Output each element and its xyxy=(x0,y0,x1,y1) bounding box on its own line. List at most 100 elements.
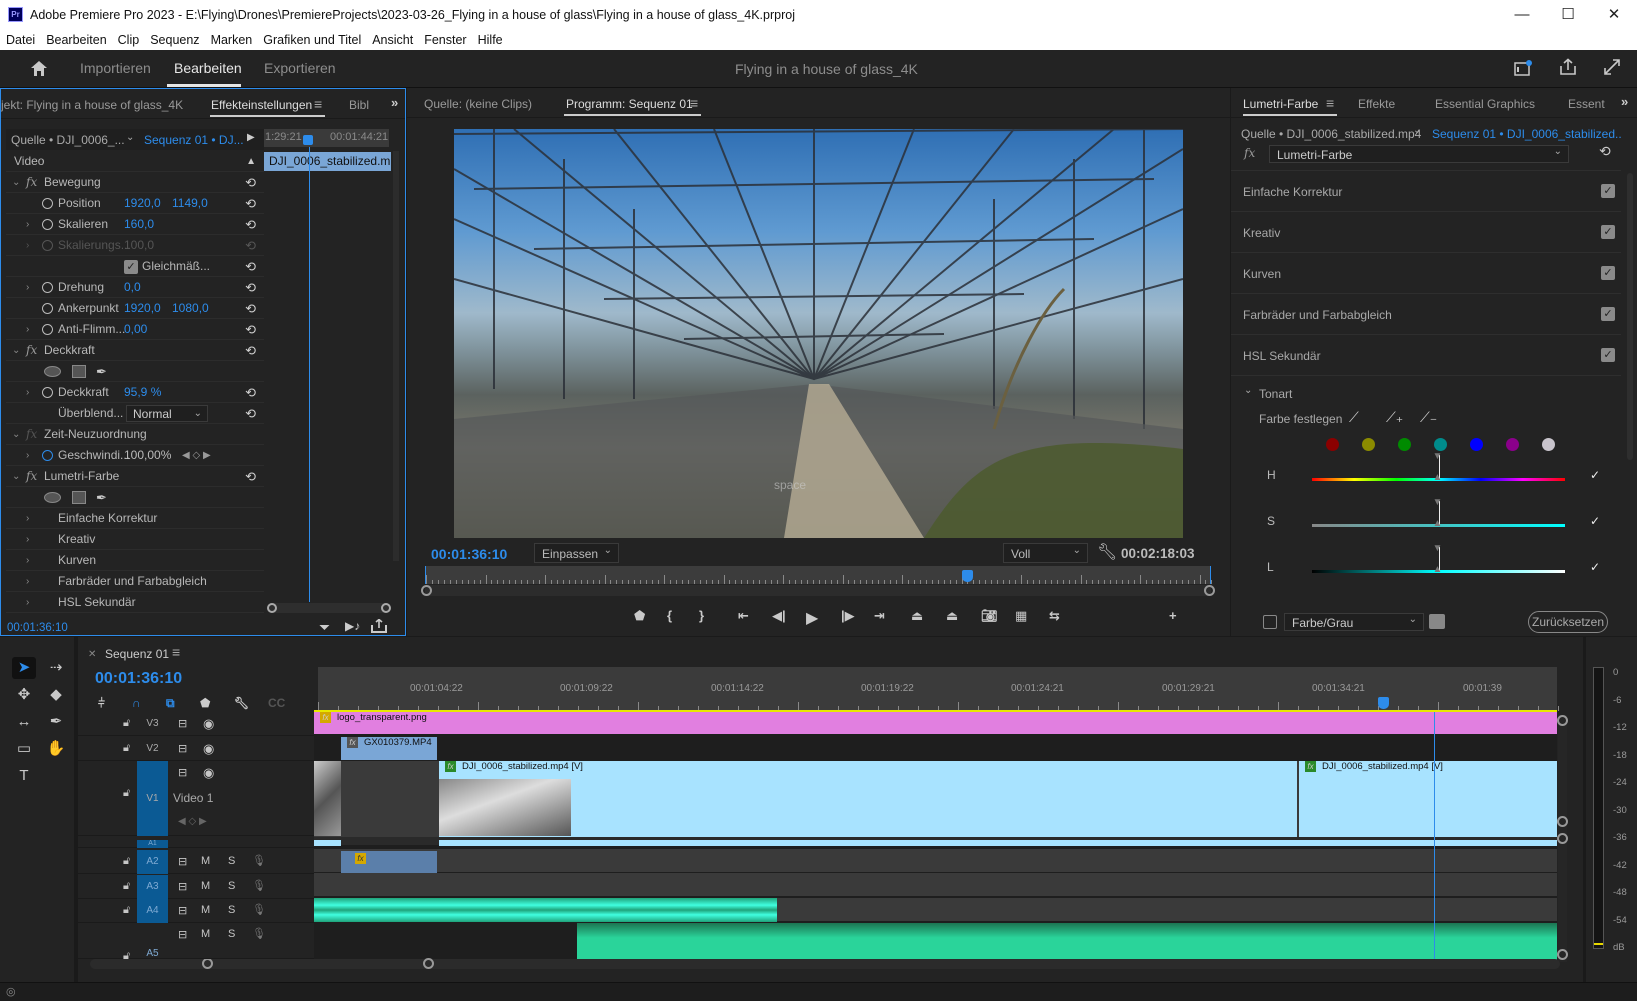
keyframe-navigator-icon[interactable]: ◀ ◇ ▶ xyxy=(182,445,211,466)
lock-icon[interactable]: 🔓︎ xyxy=(123,742,130,755)
sync-lock-icon[interactable]: ⊟ xyxy=(178,742,187,755)
stopwatch-icon[interactable] xyxy=(42,282,53,293)
chevron-right-icon[interactable]: › xyxy=(26,319,29,340)
chevron-right-icon[interactable]: › xyxy=(26,277,29,298)
export-icon[interactable] xyxy=(371,619,387,633)
scroll-handle[interactable] xyxy=(1557,816,1568,827)
slip-tool-icon[interactable]: ↔ xyxy=(12,711,36,733)
effect-timeline-zoom-bar[interactable] xyxy=(267,603,391,613)
scroll-handle[interactable] xyxy=(1557,833,1568,844)
play-icon[interactable]: ▶ xyxy=(806,608,818,628)
slider-bottom-handle[interactable]: ▲ xyxy=(1433,472,1443,483)
chevron-down-icon[interactable]: ⌄ xyxy=(12,172,20,193)
solo-button[interactable]: S xyxy=(228,928,235,940)
menu-fenster[interactable]: Fenster xyxy=(424,30,466,50)
step-forward-icon[interactable]: |▶ xyxy=(841,608,855,624)
color-swatch[interactable] xyxy=(1362,438,1375,451)
sync-lock-icon[interactable]: ⊟ xyxy=(178,766,187,779)
zoom-level-select[interactable]: Einpassen ⌄ xyxy=(534,543,619,563)
ellipse-mask-icon[interactable] xyxy=(44,492,61,503)
chevron-down-icon[interactable]: ⌄ xyxy=(12,424,20,445)
sequence-tab[interactable]: Sequenz 01 xyxy=(105,647,169,661)
slider-enable-checkbox[interactable]: ✓ xyxy=(1590,514,1600,528)
chevron-down-icon[interactable]: ⌄ xyxy=(12,340,20,361)
scroll-handle[interactable] xyxy=(1557,949,1568,960)
reset-icon[interactable]: ⟲ xyxy=(245,382,256,403)
lock-icon[interactable]: 🔓︎ xyxy=(123,904,130,917)
lock-icon[interactable]: 🔓︎ xyxy=(123,787,130,800)
sync-lock-icon[interactable]: ⊟ xyxy=(178,717,187,730)
timeline-vertical-scrollbar[interactable] xyxy=(1557,715,1568,962)
stopwatch-icon[interactable] xyxy=(42,198,53,209)
effect-clip-bar[interactable]: DJI_0006_stabilized.mp4 xyxy=(264,152,391,171)
playhead-handle[interactable] xyxy=(303,135,313,145)
chevron-right-icon[interactable]: › xyxy=(26,235,29,256)
tonart-subsection[interactable]: Tonart xyxy=(1259,387,1292,401)
eye-icon[interactable]: ◉ xyxy=(203,765,214,781)
more-panels-icon[interactable]: » xyxy=(1621,94,1628,109)
param-value[interactable]: 95,9 % xyxy=(124,382,161,403)
slider-bottom-handle[interactable]: ▲ xyxy=(1433,518,1443,529)
track-target-A4[interactable]: A4 xyxy=(137,899,168,923)
rectangle-mask-icon[interactable] xyxy=(72,365,86,378)
chevron-right-icon[interactable]: › xyxy=(26,445,29,466)
mute-button[interactable]: M xyxy=(201,904,210,916)
menu-sequenz[interactable]: Sequenz xyxy=(150,30,199,50)
lumetri-sequence-label[interactable]: Sequenz 01 • DJI_0006_stabilized... xyxy=(1432,127,1622,141)
reset-icon[interactable]: ⟲ xyxy=(245,193,256,214)
fx-toggle-icon[interactable]: fx xyxy=(26,424,37,445)
section-enable-checkbox[interactable]: ✓ xyxy=(1601,184,1615,198)
section-enable-checkbox[interactable]: ✓ xyxy=(1601,348,1615,362)
collapse-up-icon[interactable]: ▲ xyxy=(246,151,256,172)
reset-icon[interactable]: ⟲ xyxy=(245,340,256,361)
clip-thumbnail[interactable] xyxy=(314,761,341,836)
eyedropper-add-icon[interactable]: ⟋₊ xyxy=(1386,409,1403,426)
menu-datei[interactable]: Datei xyxy=(6,30,35,50)
zoom-handle-left[interactable] xyxy=(202,958,213,969)
chevron-right-icon[interactable]: › xyxy=(26,382,29,403)
sync-lock-icon[interactable]: ⊟ xyxy=(178,904,187,917)
sync-lock-icon[interactable]: ⊟ xyxy=(178,880,187,893)
stopwatch-icon[interactable] xyxy=(42,240,53,251)
clip-dji-0006-b[interactable]: fx DJI_0006_stabilized.mp4 [V] xyxy=(1299,761,1557,837)
stopwatch-icon[interactable] xyxy=(42,219,53,230)
tab-essential-sound[interactable]: Essent xyxy=(1568,97,1605,111)
captions-icon[interactable]: CC xyxy=(268,696,285,710)
chevron-right-icon[interactable]: › xyxy=(26,508,29,529)
timeline-settings-icon[interactable]: 🔧︎ xyxy=(234,696,249,710)
ellipse-mask-icon[interactable] xyxy=(44,366,61,377)
chevron-right-icon[interactable]: › xyxy=(26,592,29,613)
stopwatch-icon[interactable] xyxy=(42,324,53,335)
tab-effekteinstellungen[interactable]: Effekteinstellungen xyxy=(211,98,312,112)
lumetri-section-2[interactable]: Kurven ✓ xyxy=(1231,253,1621,294)
marker-icon[interactable]: ⬟ xyxy=(634,608,645,624)
reset-icon[interactable]: ⟲ xyxy=(245,466,256,487)
export-frame-icon[interactable]: 📷︎ xyxy=(981,608,998,624)
slider-enable-checkbox[interactable]: ✓ xyxy=(1590,560,1600,574)
section-enable-checkbox[interactable]: ✓ xyxy=(1601,225,1615,239)
add-marker-icon[interactable]: ⬟ xyxy=(200,696,210,710)
zoom-handle-right[interactable] xyxy=(423,958,434,969)
mute-button[interactable]: M xyxy=(201,928,210,940)
uniform-scale-checkbox[interactable]: ✓ xyxy=(124,260,138,274)
reset-icon[interactable]: ⟲ xyxy=(245,403,256,424)
timeline-ruler[interactable]: 00:01:04:22 00:01:09:22 00:01:14:22 00:01:1… xyxy=(318,667,1559,711)
lumetri-section-4[interactable]: HSL Sekundär ✓ xyxy=(1231,335,1621,376)
param-value-2[interactable]: 1080,0 xyxy=(172,298,209,319)
source-label[interactable]: Quelle • DJI_0006_... xyxy=(11,133,125,147)
close-sequence-icon[interactable]: ✕ xyxy=(88,649,96,660)
a1-clip[interactable] xyxy=(314,840,341,846)
slider-enable-checkbox[interactable]: ✓ xyxy=(1590,468,1600,482)
menu-clip[interactable]: Clip xyxy=(118,30,140,50)
tab-source-monitor[interactable]: Quelle: (keine Clips) xyxy=(424,97,532,111)
menu-hilfe[interactable]: Hilfe xyxy=(478,30,503,50)
param-value[interactable]: 0,0 xyxy=(124,277,141,298)
chevron-down-icon[interactable]: ⌄ xyxy=(1244,385,1252,396)
eye-icon[interactable]: ◉ xyxy=(203,716,214,732)
tab-bibliotheken[interactable]: Bibl xyxy=(349,98,369,112)
lock-icon[interactable]: 🔓︎ xyxy=(123,950,130,963)
rectangle-mask-icon[interactable] xyxy=(72,491,86,504)
lumetri-effect-select[interactable]: Lumetri-Farbe ⌄ xyxy=(1269,145,1569,163)
param-value[interactable]: 0,00 xyxy=(124,319,147,340)
zoom-handle-right[interactable] xyxy=(381,603,391,613)
